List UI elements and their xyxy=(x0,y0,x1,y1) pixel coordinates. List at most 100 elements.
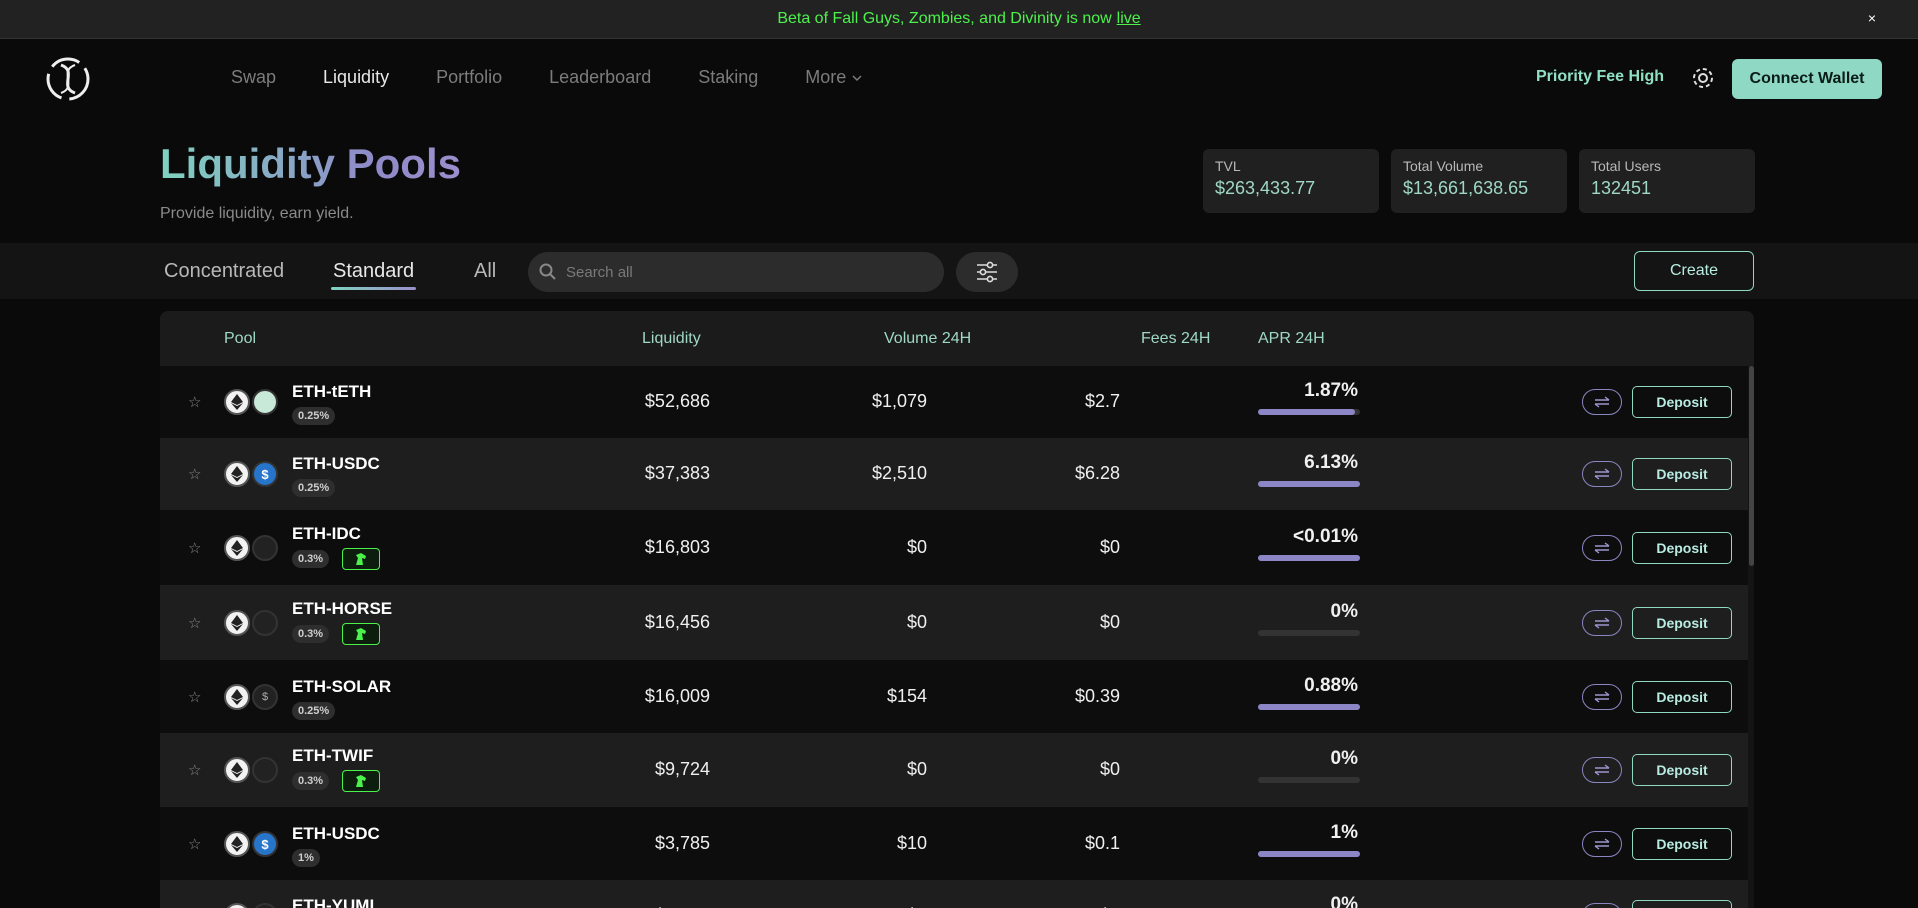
fee-badge: 0.3% xyxy=(292,550,330,568)
table-row[interactable]: ☆ $ ETH-USDC 1% $3,785 $10 $0.1 1% Depos… xyxy=(160,807,1748,880)
close-icon[interactable]: × xyxy=(1868,10,1876,26)
apr-value: 1% xyxy=(1330,822,1358,843)
apr-value: 1.87% xyxy=(1304,380,1358,401)
deposit-button[interactable]: Deposit xyxy=(1632,681,1732,713)
swap-arrows-icon xyxy=(1594,396,1610,408)
stat-value: $13,661,638.65 xyxy=(1403,178,1529,198)
table-row[interactable]: ☆ $ ETH-USDC 0.25% $37,383 $2,510 $6.28 … xyxy=(160,438,1748,510)
swap-button[interactable] xyxy=(1582,389,1622,415)
star-icon[interactable]: ☆ xyxy=(188,465,202,483)
scrollbar[interactable] xyxy=(1749,366,1754,566)
table-row[interactable]: ☆ ETH-HORSE 0.3% $16,456 $0 $0 0% Deposi… xyxy=(160,585,1748,660)
deposit-button[interactable]: Deposit xyxy=(1632,900,1732,908)
pool-name[interactable]: ETH-USDC xyxy=(292,454,380,474)
deposit-button[interactable]: Deposit xyxy=(1632,386,1732,418)
star-icon[interactable]: ☆ xyxy=(188,688,202,706)
liquidity-value: $52,686 xyxy=(644,391,710,411)
swap-button[interactable] xyxy=(1582,757,1622,783)
col-apr[interactable]: APR 24H xyxy=(1258,330,1325,348)
pool-name[interactable]: ETH-YUMI xyxy=(292,896,374,908)
apr-value: 0% xyxy=(1330,748,1358,769)
table-header: Pool Liquidity Volume 24H Fees 24H APR 2… xyxy=(160,311,1754,366)
fees-value: $0.1 xyxy=(1084,833,1120,853)
eth-icon xyxy=(224,610,250,636)
swap-button[interactable] xyxy=(1582,831,1622,857)
nav-portfolio[interactable]: Portfolio xyxy=(436,67,502,88)
priority-fee-button[interactable]: Priority Fee High xyxy=(1536,68,1664,86)
tab-standard[interactable]: Standard xyxy=(330,260,417,290)
deposit-button[interactable]: Deposit xyxy=(1632,754,1732,786)
deposit-button[interactable]: Deposit xyxy=(1632,532,1732,564)
connect-wallet-button[interactable]: Connect Wallet xyxy=(1732,59,1882,99)
stat-label: TVL xyxy=(1215,158,1241,174)
col-pool[interactable]: Pool xyxy=(224,330,256,348)
apr-bar-fill xyxy=(1258,555,1360,561)
col-liquidity[interactable]: Liquidity xyxy=(642,330,701,348)
pool-name[interactable]: ETH-USDC xyxy=(292,824,380,844)
tab-all[interactable]: All xyxy=(474,260,496,283)
page-title: Liquidity Pools xyxy=(160,140,461,187)
swap-button[interactable] xyxy=(1582,535,1622,561)
filter-button[interactable] xyxy=(956,252,1018,292)
star-icon[interactable]: ☆ xyxy=(188,393,202,411)
table-row[interactable]: ☆ ETH-IDC 0.3% $16,803 $0 $0 <0.01% Depo… xyxy=(160,510,1748,585)
table-row[interactable]: ☆ ETH-TWIF 0.3% $9,724 $0 $0 0% Deposit xyxy=(160,733,1748,807)
star-icon[interactable]: ☆ xyxy=(188,835,202,853)
fee-badge: 0.25% xyxy=(292,407,336,425)
star-icon[interactable]: ☆ xyxy=(188,761,202,779)
deposit-button[interactable]: Deposit xyxy=(1632,607,1732,639)
star-icon[interactable]: ☆ xyxy=(188,539,202,557)
fees-value: $0 xyxy=(1099,612,1120,632)
pool-name[interactable]: ETH-IDC xyxy=(292,524,361,544)
search-box xyxy=(528,252,944,292)
search-input[interactable] xyxy=(566,263,944,281)
table-row[interactable]: ☆ $ ETH-SOLAR 0.25% $16,009 $154 $0.39 0… xyxy=(160,660,1748,733)
fees-value: $2.7 xyxy=(1084,391,1120,411)
usdc-icon: $ xyxy=(252,831,278,857)
deposit-button[interactable]: Deposit xyxy=(1632,828,1732,860)
pool-name[interactable]: ETH-tETH xyxy=(292,382,371,402)
swap-button[interactable] xyxy=(1582,684,1622,710)
deposit-button[interactable]: Deposit xyxy=(1632,458,1732,490)
announcement-banner: Beta of Fall Guys, Zombies, and Divinity… xyxy=(0,0,1918,39)
pool-name[interactable]: ETH-HORSE xyxy=(292,599,392,619)
swap-button[interactable] xyxy=(1582,903,1622,908)
pool-name[interactable]: ETH-TWIF xyxy=(292,746,373,766)
chevron-down-icon xyxy=(852,74,862,81)
col-volume[interactable]: Volume 24H xyxy=(884,330,971,348)
nav-liquidity[interactable]: Liquidity xyxy=(323,67,389,88)
create-button[interactable]: Create xyxy=(1634,251,1754,291)
swap-button[interactable] xyxy=(1582,461,1622,487)
apr-bar xyxy=(1258,481,1360,487)
nav-swap[interactable]: Swap xyxy=(231,67,276,88)
pool-name[interactable]: ETH-SOLAR xyxy=(292,677,391,697)
fees-value: $0 xyxy=(1099,759,1120,779)
col-fees[interactable]: Fees 24H xyxy=(1141,330,1210,348)
horse-icon xyxy=(252,610,278,636)
fee-badge: 0.3% xyxy=(292,625,330,643)
liquidity-value: $16,009 xyxy=(644,686,710,706)
table-row[interactable]: ☆ ETH-tETH 0.25% $52,686 $1,079 $2.7 1.8… xyxy=(160,366,1748,438)
star-icon[interactable]: ☆ xyxy=(188,614,202,632)
stat-tvl: TVL $263,433.77 xyxy=(1203,149,1379,213)
tab-concentrated[interactable]: Concentrated xyxy=(164,260,284,283)
liquidity-value: $37,383 xyxy=(644,463,710,483)
banner-live-link[interactable]: live xyxy=(1117,10,1141,28)
nav-leaderboard[interactable]: Leaderboard xyxy=(549,67,651,88)
page-subtitle: Provide liquidity, earn yield. xyxy=(160,205,354,222)
swap-button[interactable] xyxy=(1582,610,1622,636)
gear-icon[interactable] xyxy=(1690,65,1716,91)
nav-staking[interactable]: Staking xyxy=(698,67,758,88)
top-nav: Swap Liquidity Portfolio Leaderboard Sta… xyxy=(0,39,1918,119)
nav-more[interactable]: More xyxy=(805,67,862,88)
swap-arrows-icon xyxy=(1594,838,1610,850)
liquidity-value: $3,785 xyxy=(654,833,710,853)
pool-list: ☆ ETH-tETH 0.25% $52,686 $1,079 $2.7 1.8… xyxy=(160,366,1754,908)
fees-value: $0 xyxy=(1099,537,1120,557)
stat-total-volume: Total Volume $13,661,638.65 xyxy=(1391,149,1567,213)
apr-value: <0.01% xyxy=(1293,526,1358,547)
apr-value: 0% xyxy=(1330,894,1358,908)
table-row[interactable]: ☆ ETH-YUMI 0.3% $7,044 $0 $0 0% Deposit xyxy=(160,880,1748,908)
eth-icon xyxy=(224,461,250,487)
logo-icon[interactable] xyxy=(44,53,92,105)
